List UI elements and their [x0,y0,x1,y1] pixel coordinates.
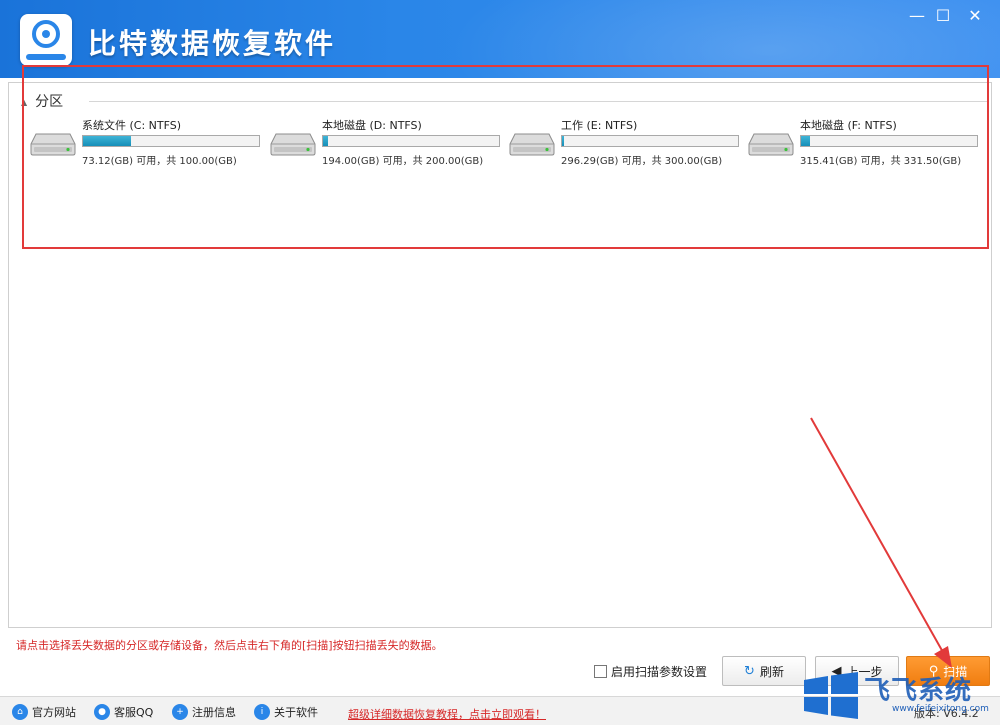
user-add-icon: + [172,704,188,720]
scan-settings-checkbox[interactable] [594,664,607,678]
partition-capacity: 73.12(GB) 可用，共 100.00(GB) [82,156,237,167]
watermark-url: www.feifeixitong.com [892,704,989,714]
partition-name: 系统文件 (C: NTFS) [82,119,182,132]
support-qq-link[interactable]: ● 客服QQ [94,703,153,721]
refresh-button[interactable]: ↻ 刷新 [722,656,806,686]
hard-drive-icon [509,133,555,156]
usage-bar [800,135,978,147]
title-bar: 比特数据恢复软件 — ☐ ✕ [0,0,1000,78]
hard-drive-icon [270,133,316,156]
register-info-link[interactable]: + 注册信息 [172,703,236,721]
partition-item[interactable]: 工作 (E: NTFS) 296.29(GB) 可用，共 300.00(GB) [509,114,741,174]
partition-name: 本地磁盘 (D: NTFS) [322,119,422,132]
close-button[interactable]: ✕ [962,4,988,28]
hard-drive-icon [30,133,76,156]
partition-item[interactable]: 本地磁盘 (F: NTFS) 315.41(GB) 可用，共 331.50(GB… [748,114,980,174]
usage-bar [322,135,500,147]
info-icon: i [254,704,270,720]
app-logo-icon [20,14,72,66]
tutorial-link[interactable]: 超级详细数据恢复教程，点击立即观看！ [348,706,546,722]
official-website-label: 官方网站 [32,706,76,719]
partition-item[interactable]: 系统文件 (C: NTFS) 73.12(GB) 可用，共 100.00(GB) [30,114,262,174]
windows-logo-icon [804,672,858,719]
section-divider [89,101,989,102]
scan-settings-label: 启用扫描参数设置 [611,664,708,679]
usage-bar-fill [562,136,565,146]
usage-bar-fill [801,136,810,146]
support-qq-label: 客服QQ [114,706,154,719]
usage-bar-fill [83,136,131,146]
about-software-label: 关于软件 [274,706,318,719]
partition-capacity: 194.00(GB) 可用，共 200.00(GB) [322,156,484,167]
partition-name: 本地磁盘 (F: NTFS) [800,119,897,132]
collapse-triangle-icon[interactable]: ▲ [21,98,27,107]
penguin-icon: ● [94,704,110,720]
instruction-hint: 请点击选择丢失数据的分区或存储设备，然后点击右下角的[扫描]按钮扫描丢失的数据。 [16,639,443,652]
hard-drive-icon [748,133,794,156]
about-software-link[interactable]: i 关于软件 [254,703,318,721]
refresh-icon: ↻ [744,663,755,679]
partition-capacity: 315.41(GB) 可用，共 331.50(GB) [800,156,962,167]
usage-bar [82,135,260,147]
home-icon: ⌂ [12,704,28,720]
partition-name: 工作 (E: NTFS) [561,119,638,132]
scan-settings-option[interactable]: 启用扫描参数设置 [594,663,707,679]
usage-bar-fill [323,136,329,146]
usage-bar [561,135,739,147]
refresh-label: 刷新 [759,664,784,679]
minimize-button[interactable]: — [904,4,930,28]
watermark: 飞飞系统 www.feifeixitong.com [802,664,1000,725]
section-title: 分区 [35,94,64,110]
watermark-brand: 飞飞系统 [864,676,973,706]
official-website-link[interactable]: ⌂ 官方网站 [12,703,76,721]
partition-item[interactable]: 本地磁盘 (D: NTFS) 194.00(GB) 可用，共 200.00(GB… [270,114,502,174]
maximize-button[interactable]: ☐ [930,4,956,28]
partition-capacity: 296.29(GB) 可用，共 300.00(GB) [561,156,723,167]
section-header[interactable]: ▲ 分区 [21,91,63,111]
register-info-label: 注册信息 [192,706,236,719]
app-title: 比特数据恢复软件 [88,27,337,60]
